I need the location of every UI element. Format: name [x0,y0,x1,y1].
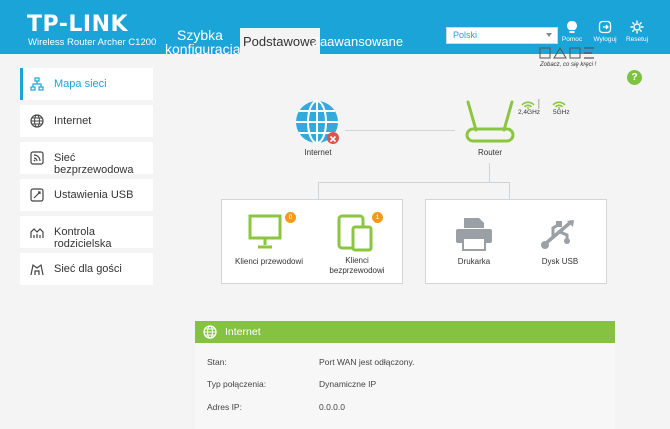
guest-network-icon [30,263,44,276]
sidebar-item-guest-network[interactable]: Sieć dla gości [20,253,153,285]
internet-panel-header: Internet [195,321,615,343]
globe-icon [30,114,44,128]
brand-logo: TP-LINK [27,12,129,37]
wireless-clients-label-line2: bezprzewodowi [329,266,385,275]
chevron-down-icon [546,33,552,37]
wifi-5g-icon [552,101,566,109]
reset-gear-icon [630,20,644,34]
internet-error-icon [327,132,339,144]
logout-button-label: Wyloguj [593,36,617,43]
tab-advanced[interactable]: Zaawansowane [312,35,403,49]
monitor-icon [248,214,282,249]
connector-line [509,182,510,200]
internet-panel-title: Internet [225,326,261,338]
language-select[interactable]: Polski [446,27,558,44]
router-node[interactable] [462,100,518,144]
wireless-icon [30,151,44,165]
help-button-label: Pomoc [561,36,583,43]
status-value: Port WAN jest odłączony. [319,357,415,367]
printer-node[interactable] [455,216,493,252]
internet-label: Internet [304,148,332,157]
sidebar-item-label: Ustawienia USB [54,189,134,201]
help-button[interactable]: Pomoc [557,20,587,43]
connector-line [318,182,510,183]
sidebar-item-label: Mapa sieci [54,78,107,90]
sidebar-item-label: Sieć bezprzewodowa [54,152,134,176]
wireless-clients-label: Klienci bezprzewodowi [320,256,394,276]
watermark-logo: Zobacz, co się kręci ! [530,46,665,76]
router-model: Wireless Router Archer C1200 [28,37,157,48]
connection-type-key: Typ połączenia: [207,379,267,389]
watermark-graphic-icon [539,47,594,59]
logout-button[interactable]: Wyloguj [590,20,620,43]
sidebar-item-label: Internet [54,115,92,127]
internet-panel-body: Stan: Port WAN jest odłączony. Typ połąc… [195,343,615,429]
connector-line [318,182,319,200]
help-question-button[interactable]: ? [627,70,642,85]
wireless-clients-node[interactable] [337,214,377,252]
tab-quick-setup-line2: konfiguracja [165,41,241,57]
wired-clients-badge: 0 [285,212,296,223]
tab-quick-setup[interactable]: Szybka konfiguracja [165,27,241,57]
language-value: Polski [453,30,478,40]
tab-quick-setup-line1: Szybka [177,27,223,43]
parental-control-icon [30,228,44,238]
router-icon [465,100,515,143]
wireless-clients-badge: 1 [372,212,383,223]
wireless-clients-label-line1: Klienci [345,256,369,265]
tablet-phone-icon [337,214,373,252]
sidebar-item-parental-control[interactable]: Kontrola rodzicielska [20,216,153,250]
status-key: Stan: [207,357,227,367]
tab-basic[interactable]: Podstawowe [240,28,320,54]
printer-icon [456,218,492,251]
connector-line [489,163,490,182]
watermark-text: Zobacz, co się kręci ! [540,62,597,68]
help-bulb-icon [567,21,577,33]
sidebar-item-usb-settings[interactable]: Ustawienia USB [20,179,153,211]
band-5g-label: 5GHz [553,109,570,116]
wired-clients-label: Klienci przewodowi [234,257,304,266]
sidebar-item-internet[interactable]: Internet [20,105,153,137]
reset-button[interactable]: Resetuj [622,20,652,43]
router-label: Router [477,148,502,157]
band-2g-indicator: 2,4GHz [518,97,546,121]
globe-icon [203,325,217,339]
usb-disk-node[interactable] [541,218,577,252]
logout-icon [598,20,612,34]
usb-icon [541,220,574,249]
network-map-icon [30,77,44,91]
band-2g-label: 2,4GHz [518,109,541,116]
usb-disk-label: Dysk USB [541,257,579,266]
sidebar-item-network-map[interactable]: Mapa sieci [20,68,153,100]
ip-address-value: 0.0.0.0 [319,402,345,412]
printer-label: Drukarka [457,257,491,266]
wired-clients-node[interactable] [248,214,284,250]
connection-type-value: Dynamiczne IP [319,379,377,389]
reset-button-label: Resetuj [625,36,649,43]
wifi-2g-icon [521,99,540,109]
connector-line [345,130,455,131]
usb-devices-box [425,199,607,284]
sidebar-item-label: Sieć dla gości [54,263,122,275]
band-5g-indicator: 5GHz [551,97,575,121]
sidebar-item-label: Kontrola rodzicielska [54,226,112,250]
ip-address-key: Adres IP: [207,402,242,412]
usb-settings-icon [30,188,44,202]
sidebar-item-wireless[interactable]: Sieć bezprzewodowa [20,142,153,176]
